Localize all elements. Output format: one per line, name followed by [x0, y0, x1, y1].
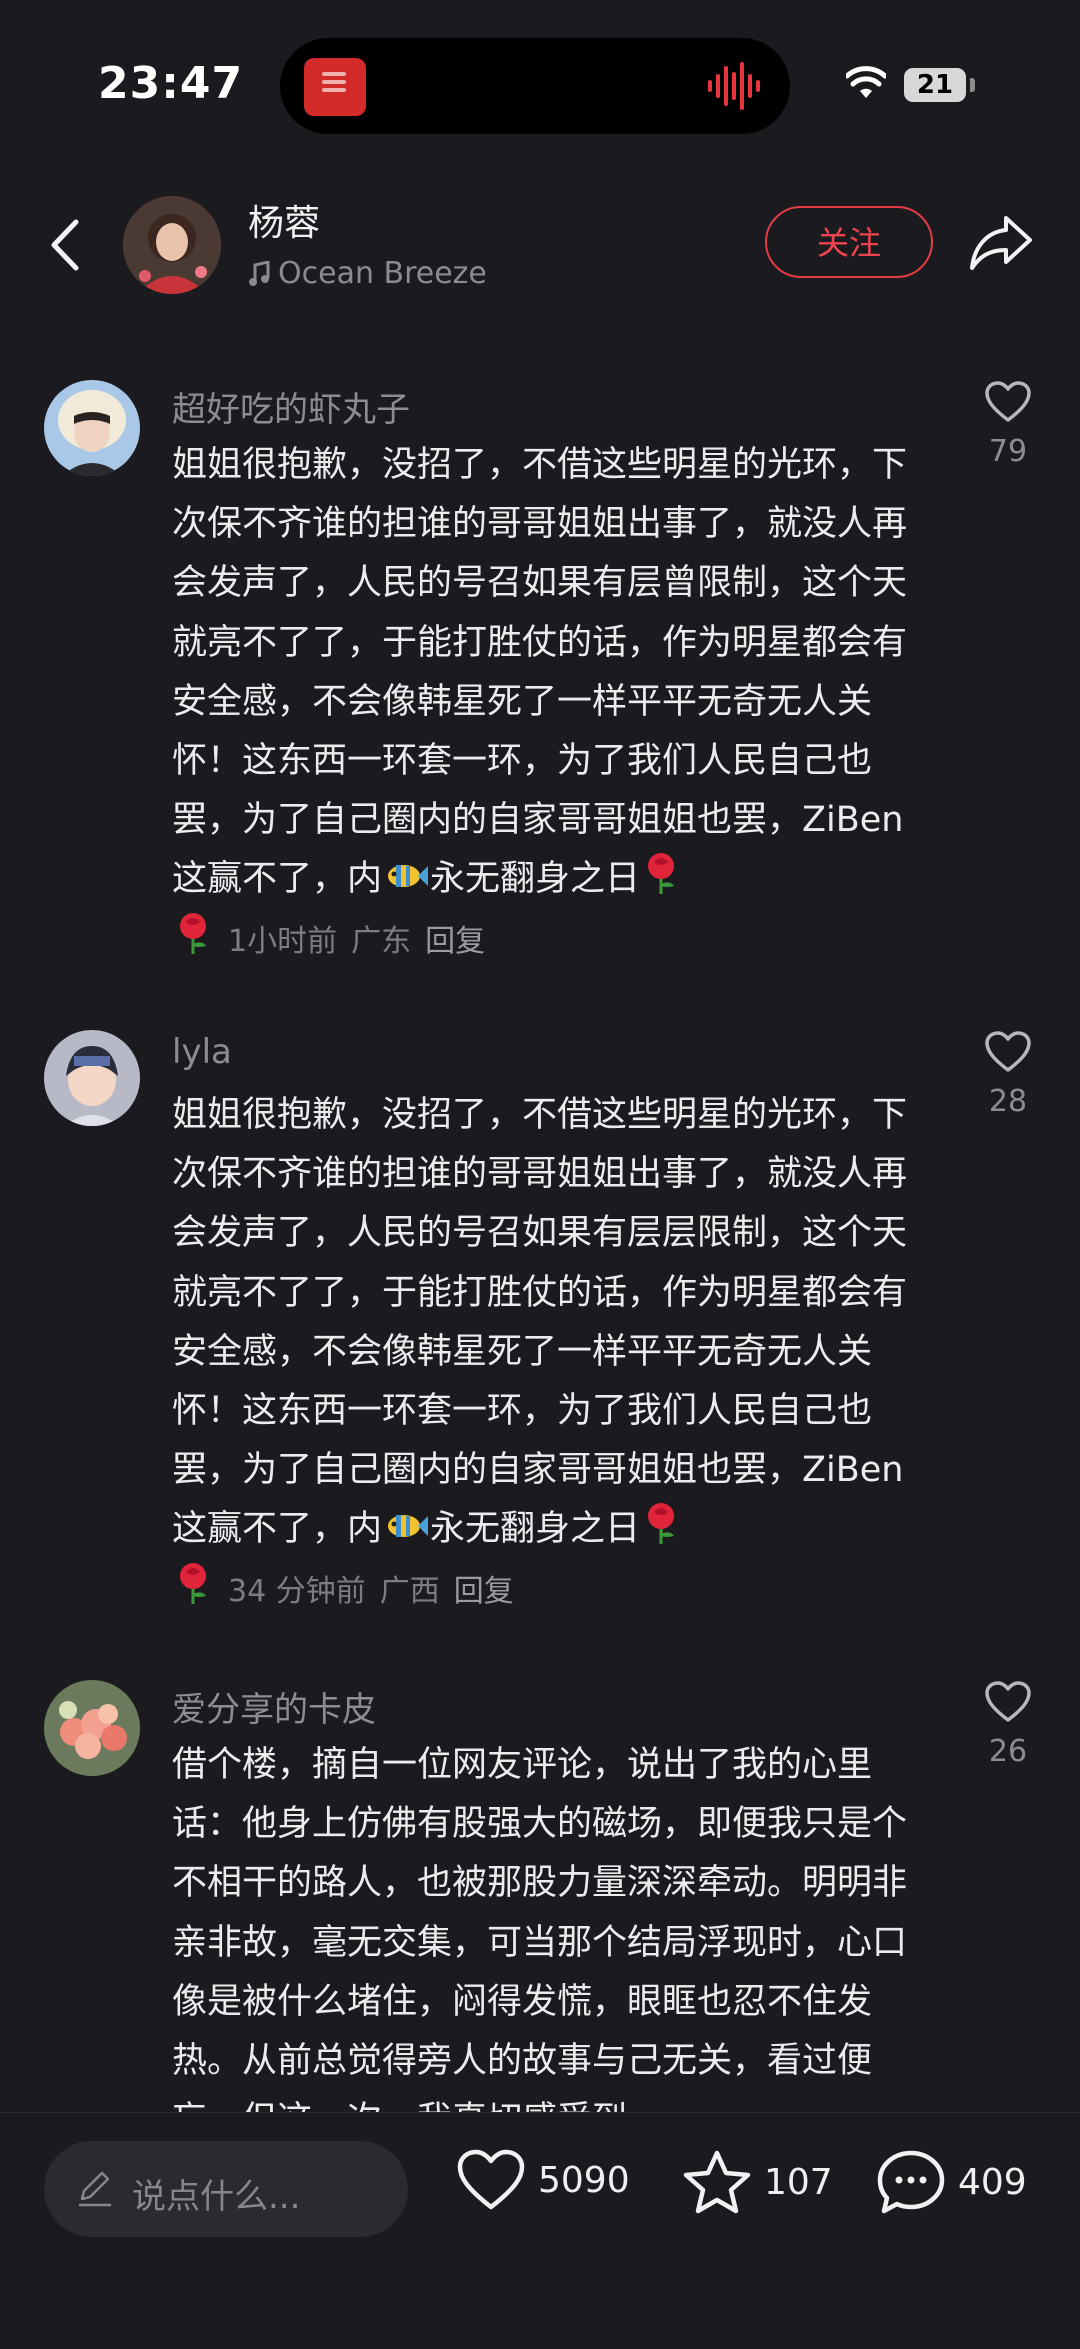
commenter-avatar[interactable] [44, 1030, 140, 1126]
like-count: 5090 [538, 2159, 630, 2201]
rose-emoji-icon [180, 1562, 206, 1604]
favorite-button[interactable]: 107 [682, 2149, 833, 2215]
pencil-icon [78, 2171, 112, 2207]
author-avatar[interactable] [123, 196, 221, 294]
input-placeholder: 说点什么... [132, 2177, 301, 2217]
comment-time: 1小时前 [228, 924, 338, 959]
comment-text-part: 永无翻身之日 [430, 1509, 641, 1550]
dynamic-island[interactable] [280, 38, 790, 134]
comment-text-part: 永无翻身之日 [430, 859, 641, 900]
like-button[interactable]: 5090 [456, 2149, 630, 2211]
chat-bubble-icon [877, 2150, 945, 2214]
comment-text[interactable]: 借个楼，摘自一位网友评论，说出了我的心里话：他身上仿佛有股强大的磁场，即便我只是… [172, 1736, 932, 2150]
back-arrow-icon[interactable] [40, 210, 90, 280]
comment-text[interactable]: 姐姐很抱歉，没招了，不借这些明星的光环，下次保不齐谁的担谁的哥哥姐姐出事了，就没… [172, 436, 932, 969]
heart-icon[interactable] [984, 1030, 1032, 1074]
favorite-count: 107 [764, 2161, 833, 2203]
comment-meta: 34 分钟前 广西 回复 [228, 1566, 514, 1610]
comment-count: 409 [958, 2161, 1027, 2203]
commenter-name[interactable]: 爱分享的卡皮 [172, 1682, 376, 1731]
commenter-name[interactable]: lyla [172, 1032, 232, 1072]
comment-location: 广西 [379, 1574, 440, 1609]
background-music[interactable]: Ocean Breeze [248, 256, 487, 291]
profile-header: 杨蓉 Ocean Breeze 关注 [0, 180, 1080, 310]
comment-location: 广东 [351, 924, 412, 959]
audio-wave-icon [708, 62, 760, 110]
rose-emoji-icon [180, 912, 206, 954]
comment-text-part: 姐姐很抱歉，没招了，不借这些明星的光环，下次保不齐谁的担谁的哥哥姐姐出事了，就没… [172, 445, 908, 900]
heart-icon[interactable] [984, 1680, 1032, 1724]
star-icon [683, 2150, 751, 2214]
comment-text-part: 姐姐很抱歉，没招了，不借这些明星的光环，下次保不齐谁的担谁的哥哥姐姐出事了，就没… [172, 1095, 908, 1550]
reply-button[interactable]: 回复 [425, 916, 485, 960]
rose-emoji-icon [648, 853, 675, 895]
comment-time: 34 分钟前 [228, 1574, 366, 1609]
comment-meta: 1小时前 广东 回复 [228, 916, 485, 960]
comments-button[interactable]: 409 [876, 2149, 1027, 2215]
commenter-avatar[interactable] [44, 380, 140, 476]
commenter-name[interactable]: 超好吃的虾丸子 [172, 382, 410, 431]
follow-button[interactable]: 关注 [765, 206, 933, 278]
music-note-icon [249, 260, 270, 286]
wifi-icon [846, 66, 886, 98]
comment-like[interactable]: 26 [982, 1680, 1034, 1769]
music-title: Ocean Breeze [278, 256, 487, 291]
comment-text[interactable]: 姐姐很抱歉，没招了，不借这些明星的光环，下次保不齐谁的担谁的哥哥姐姐出事了，就没… [172, 1086, 932, 1619]
like-count: 28 [988, 1084, 1028, 1119]
comment-like[interactable]: 28 [982, 1030, 1034, 1119]
commenter-avatar[interactable] [44, 1680, 140, 1776]
status-bar: 23:47 21 [0, 0, 1080, 160]
author-name[interactable]: 杨蓉 [248, 194, 320, 246]
comment-like[interactable]: 79 [982, 380, 1034, 469]
heart-icon [457, 2149, 525, 2210]
battery-indicator: 21 [904, 68, 966, 102]
music-app-icon [304, 58, 366, 116]
battery-tip [970, 78, 975, 92]
fish-emoji-icon [388, 1515, 429, 1538]
like-count: 26 [988, 1734, 1028, 1769]
share-icon[interactable] [968, 210, 1034, 274]
like-count: 79 [988, 434, 1028, 469]
bottom-action-bar: 说点什么... 5090 107 409 [0, 2112, 1080, 2349]
reply-button[interactable]: 回复 [454, 1566, 514, 1610]
fish-emoji-icon [388, 865, 429, 888]
status-time: 23:47 [98, 58, 244, 109]
rose-emoji-icon [648, 1503, 675, 1545]
heart-icon[interactable] [984, 380, 1032, 424]
comment-input[interactable]: 说点什么... [44, 2141, 408, 2237]
